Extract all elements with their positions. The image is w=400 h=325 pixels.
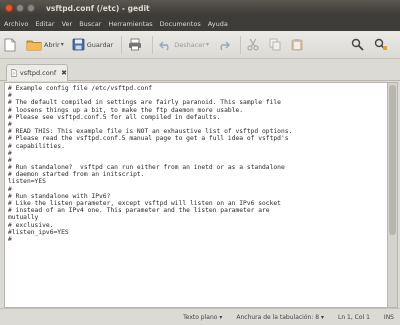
toolbar-separator: [121, 35, 123, 54]
search-replace-icon: [374, 38, 387, 50]
print-button[interactable]: [128, 38, 144, 51]
editor-line: listen=YES: [8, 178, 46, 186]
editor-line: #: [8, 92, 12, 100]
window-minimize-button[interactable]: [16, 4, 24, 12]
cursor-position: Ln 1, Col 1: [337, 313, 370, 321]
save-button-label: Guardar: [86, 40, 114, 49]
tab-width-selector[interactable]: Anchura de la tabulación: 8 ▾: [236, 314, 324, 321]
editor-line: # Like the listen parameter, except vsft…: [8, 200, 281, 207]
text-file-icon: [11, 69, 17, 77]
editor-line: #: [8, 149, 12, 157]
chevron-down-icon[interactable]: ▾: [61, 41, 64, 48]
undo-button-label: Deshacer: [174, 40, 205, 49]
new-document-button[interactable]: [4, 38, 18, 52]
language-label: Texto plano: [183, 313, 218, 321]
editor-line: # READ THIS: This example file is NOT an…: [8, 128, 293, 136]
menu-file[interactable]: Archivo: [4, 20, 28, 28]
vertical-scrollbar[interactable]: [388, 82, 398, 308]
window-title: vsftpd.conf (/etc) - gedit: [46, 3, 150, 13]
search-replace-button[interactable]: [374, 38, 390, 51]
editor-line: # The default compiled in settings are f…: [8, 99, 281, 107]
menu-documents[interactable]: Documentos: [160, 20, 201, 28]
editor-line: #listen_ipv6=YES: [8, 228, 69, 236]
menu-bar: Archivo Editar Ver Buscar Herramientas D…: [0, 16, 400, 31]
search-icon: [351, 38, 364, 51]
save-button[interactable]: Guardar: [72, 38, 113, 51]
editor-line: mutually: [8, 214, 39, 222]
toolbar-separator: [152, 35, 154, 54]
editor-line: #: [8, 120, 12, 128]
window-close-button[interactable]: [5, 4, 13, 12]
editor-line: # daemon started from an initscript.: [8, 171, 145, 179]
menu-search[interactable]: Buscar: [79, 20, 101, 28]
cut-button[interactable]: [247, 38, 261, 51]
window-maximize-button[interactable]: [27, 4, 35, 12]
redo-button[interactable]: [217, 39, 232, 51]
save-icon: [72, 38, 85, 51]
status-bar: Texto plano ▾ Anchura de la tabulación: …: [0, 308, 400, 325]
printer-icon: [129, 38, 142, 51]
tab-vsftpd-conf[interactable]: vsftpd.conf ✖: [6, 64, 68, 81]
menu-tools[interactable]: Herramientas: [108, 20, 152, 28]
clipboard-icon: [291, 39, 303, 51]
new-document-icon: [4, 38, 16, 51]
redo-icon: [220, 41, 230, 50]
tab-width-label: Anchura de la tabulación: 8: [236, 313, 320, 321]
folder-icon: [26, 40, 42, 51]
chevron-down-icon[interactable]: ▾: [206, 41, 209, 48]
toolbar: Abrir ▾ Guardar Deshacer ▾: [0, 31, 400, 59]
close-icon[interactable]: ✖: [61, 69, 67, 77]
tab-label: vsftpd.conf: [19, 69, 57, 77]
editor-line: # capabilities.: [8, 142, 65, 150]
editor-line: # Example config file /etc/vsftpd.conf: [8, 85, 153, 92]
undo-button[interactable]: Deshacer ▾: [159, 39, 209, 51]
editor-line: # Please see vsftpd.conf.5 for all compi…: [8, 113, 221, 121]
paste-button[interactable]: [291, 38, 305, 51]
insert-mode: INS: [383, 313, 394, 321]
language-selector[interactable]: Texto plano ▾: [183, 314, 222, 321]
menu-edit[interactable]: Editar: [35, 20, 54, 28]
editor-line: # Run standalone with IPv6?: [8, 192, 111, 200]
copy-button[interactable]: [269, 38, 283, 51]
editor-line: # instead of an IPv4 one. This parameter…: [8, 207, 270, 215]
open-button[interactable]: Abrir ▾: [26, 38, 64, 51]
menu-help[interactable]: Ayuda: [208, 20, 228, 28]
open-button-label: Abrir: [44, 40, 60, 49]
toolbar-search-group: [347, 38, 394, 51]
editor-line: #: [8, 235, 12, 243]
editor-line: #: [8, 185, 12, 193]
scissors-icon: [247, 38, 259, 51]
text-editor[interactable]: # Example config file /etc/vsftpd.conf # #…: [4, 82, 388, 308]
document-tabs: vsftpd.conf ✖: [0, 59, 400, 81]
editor-line: # exclusive.: [8, 221, 54, 229]
copy-icon: [269, 38, 281, 51]
editor-line: # Run standalone? vsftpd can run either …: [8, 164, 285, 172]
menu-view[interactable]: Ver: [62, 20, 73, 28]
toolbar-separator: [240, 35, 241, 54]
undo-icon: [159, 41, 169, 50]
scrollbar-thumb[interactable]: [389, 85, 396, 235]
title-bar: vsftpd.conf (/etc) - gedit: [0, 0, 400, 16]
editor-line: # loosens things up a bit, to make the f…: [8, 106, 244, 114]
editor-line: # Please read the vsftpd.conf.5 manual p…: [8, 135, 289, 143]
editor-line: #: [8, 156, 12, 164]
search-button[interactable]: [351, 38, 366, 51]
